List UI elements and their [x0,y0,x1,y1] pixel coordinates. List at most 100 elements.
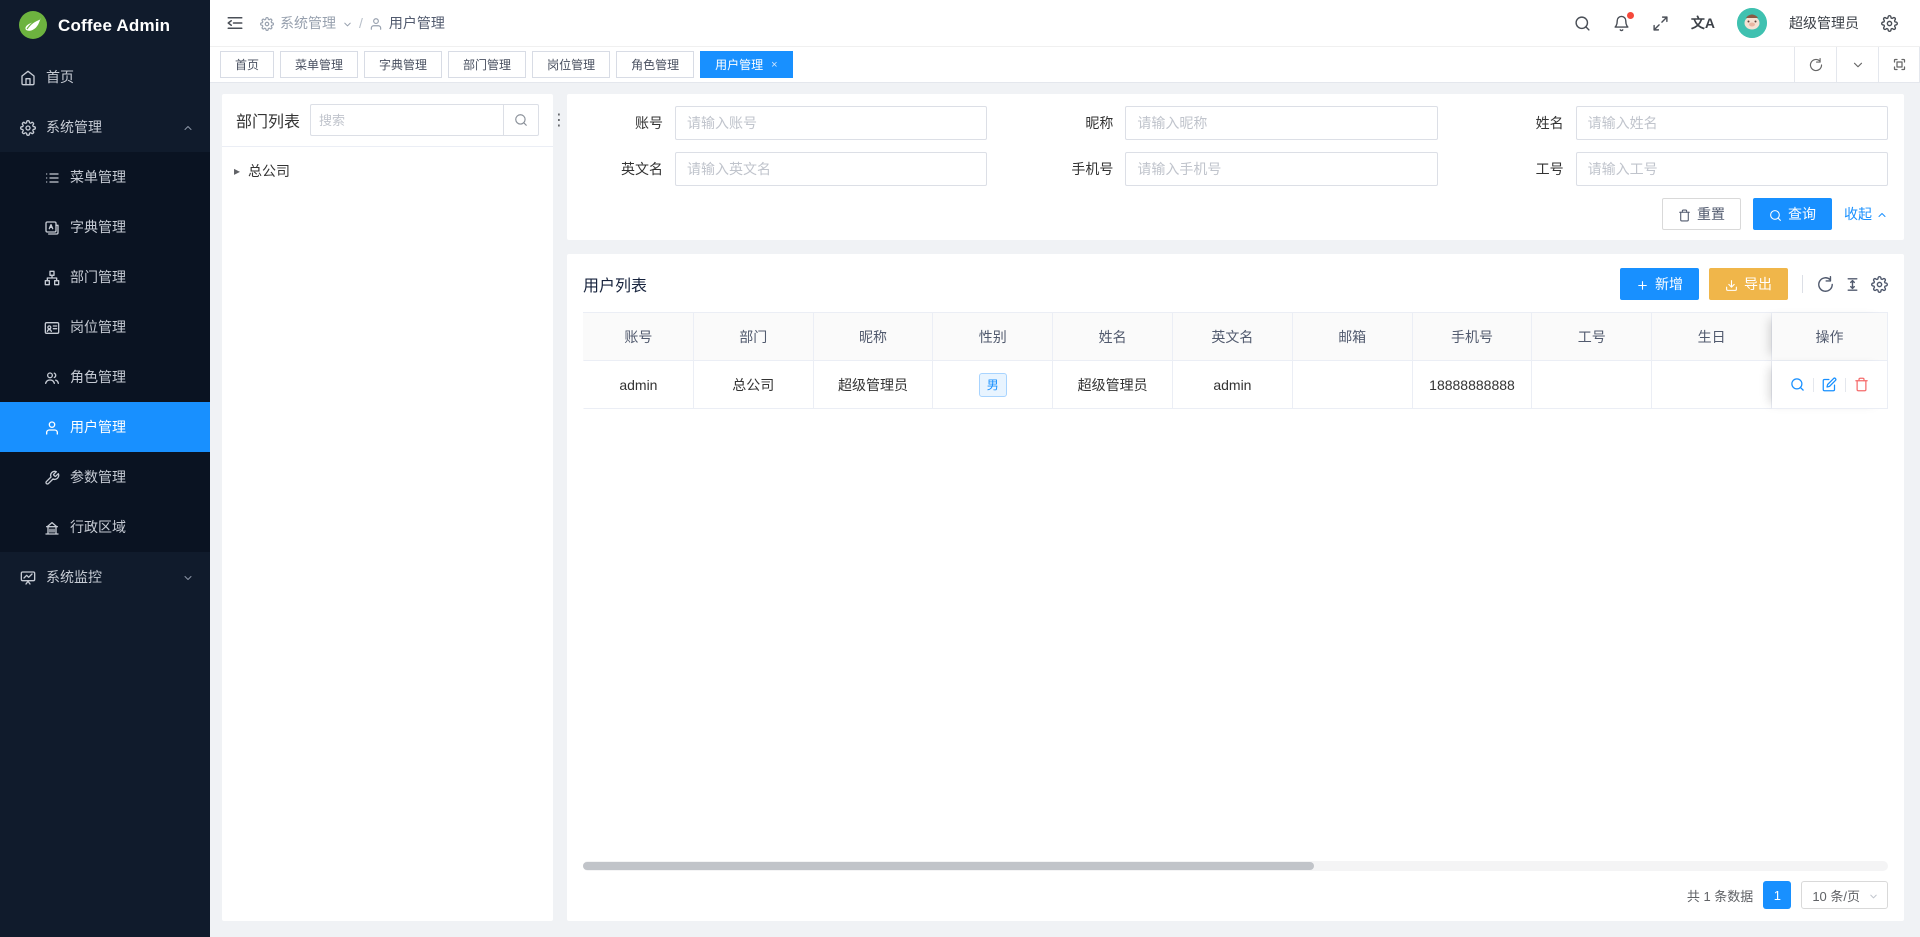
tab-label: 首页 [235,56,259,73]
tab-home[interactable]: 首页 [220,51,274,78]
row-height-icon[interactable] [1844,276,1861,293]
sidebar-item-param-mgmt[interactable]: 参数管理 [0,452,210,502]
account-input[interactable] [675,106,987,140]
column-settings-gear-icon[interactable] [1871,276,1888,293]
cell-phone: 18888888888 [1413,361,1533,409]
chevron-up-icon [182,119,194,135]
query-button[interactable]: 查询 [1753,198,1832,230]
cell-gender: 男 [933,361,1053,409]
tab-label: 用户管理 [715,56,763,73]
add-user-button[interactable]: 新增 [1620,268,1699,300]
org-tree-icon [44,268,60,285]
field-job-no: 工号 [1484,152,1888,186]
column-header: 姓名 [1053,313,1173,361]
chevron-down-icon [1868,888,1879,903]
sidebar-item-system-monitor[interactable]: 系统监控 [0,552,210,602]
tab-post-mgmt[interactable]: 岗位管理 [532,51,610,78]
tree-node-root[interactable]: ▸ 总公司 [234,157,541,185]
sidebar-item-role-mgmt[interactable]: 角色管理 [0,352,210,402]
column-header: 英文名 [1173,313,1293,361]
tools-divider [1802,275,1803,293]
cell-nickname: 超级管理员 [814,361,934,409]
dept-panel-title: 部门列表 [236,108,300,132]
eraser-icon [1678,206,1691,222]
sidebar-item-label: 参数管理 [70,467,194,487]
right-column: 账号 昵称 姓名 英文名 [567,94,1904,921]
collapse-filters-link[interactable]: 收起 [1844,204,1888,224]
en-name-input[interactable] [675,152,987,186]
table-refresh-icon[interactable] [1817,276,1834,293]
dept-search-button[interactable] [503,104,539,136]
cell-account: admin [583,361,694,409]
sidebar-item-home[interactable]: 首页 [0,52,210,102]
sidebar-item-label: 字典管理 [70,217,194,237]
sidebar-item-user-mgmt[interactable]: 用户管理 [0,402,210,452]
field-label: 账号 [583,113,675,133]
view-row-icon[interactable] [1790,377,1805,392]
breadcrumb-separator: / [359,15,363,31]
tab-menu-mgmt[interactable]: 菜单管理 [280,51,358,78]
download-icon [1725,276,1738,292]
phone-input[interactable] [1125,152,1437,186]
leaf-logo-icon [18,10,48,43]
table-row: admin 总公司 超级管理员 男 超级管理员 admin 1888888888… [583,361,1888,409]
breadcrumb: 系统管理 / 用户管理 [260,13,445,33]
sidebar-item-post-mgmt[interactable]: 岗位管理 [0,302,210,352]
sidebar-item-dept-mgmt[interactable]: 部门管理 [0,252,210,302]
notification-bell-icon[interactable] [1613,15,1630,32]
tabs-dropdown-icon[interactable] [1836,47,1878,83]
tab-dept-mgmt[interactable]: 部门管理 [448,51,526,78]
content-maximize-icon[interactable] [1878,47,1920,83]
tab-label: 岗位管理 [547,56,595,73]
user-icon [369,15,383,31]
sidebar-item-menu-mgmt[interactable]: 菜单管理 [0,152,210,202]
tab-role-mgmt[interactable]: 角色管理 [616,51,694,78]
sidebar-item-dict-mgmt[interactable]: 字典管理 [0,202,210,252]
sidebar-item-label: 首页 [46,67,194,87]
horizontal-scrollbar-thumb[interactable] [583,862,1314,870]
avatar[interactable] [1737,8,1767,38]
column-header: 生日 [1652,313,1772,361]
cell-name: 超级管理员 [1053,361,1173,409]
job-no-input[interactable] [1576,152,1888,186]
tab-dict-mgmt[interactable]: 字典管理 [364,51,442,78]
plus-icon [1636,276,1649,292]
export-button[interactable]: 导出 [1709,268,1788,300]
app-title: Coffee Admin [58,16,170,36]
column-header: 昵称 [814,313,934,361]
tab-user-mgmt[interactable]: 用户管理 × [700,51,792,78]
table-header-row: 账号 部门 昵称 性别 姓名 英文名 邮箱 手机号 工号 生日 操作 [583,313,1888,361]
dept-search-input[interactable] [310,104,503,136]
field-label: 工号 [1484,159,1576,179]
page-number-button[interactable]: 1 [1763,881,1791,909]
nickname-input[interactable] [1125,106,1437,140]
delete-row-icon[interactable] [1854,377,1869,392]
home-icon [20,68,36,85]
dept-tree: ▸ 总公司 [222,147,553,195]
translate-icon[interactable]: 文A [1691,13,1715,33]
column-header: 部门 [694,313,814,361]
tab-close-icon[interactable]: × [771,59,777,71]
search-icon[interactable] [1574,15,1591,32]
collapse-sidebar-icon[interactable] [226,14,244,32]
cell-dept: 总公司 [694,361,814,409]
column-header: 账号 [583,313,694,361]
reset-button[interactable]: 重置 [1662,198,1741,230]
current-user-name[interactable]: 超级管理员 [1789,13,1859,33]
sidebar-item-label: 用户管理 [70,417,194,437]
sidebar-item-system-mgmt[interactable]: 系统管理 [0,102,210,152]
name-input[interactable] [1576,106,1888,140]
page-size-select[interactable]: 10 条/页 [1801,881,1888,909]
cell-job-no [1532,361,1652,409]
fullscreen-icon[interactable] [1652,15,1669,32]
tabs-refresh-icon[interactable] [1794,47,1836,83]
sidebar-item-admin-region[interactable]: 行政区域 [0,502,210,552]
field-account: 账号 [583,106,987,140]
breadcrumb-section[interactable]: 系统管理 [280,13,336,33]
action-divider [1845,378,1846,392]
search-icon [1769,206,1782,222]
notification-badge [1627,12,1634,19]
settings-gear-icon[interactable] [1881,15,1898,32]
caret-right-icon[interactable]: ▸ [234,164,240,178]
edit-row-icon[interactable] [1822,377,1837,392]
